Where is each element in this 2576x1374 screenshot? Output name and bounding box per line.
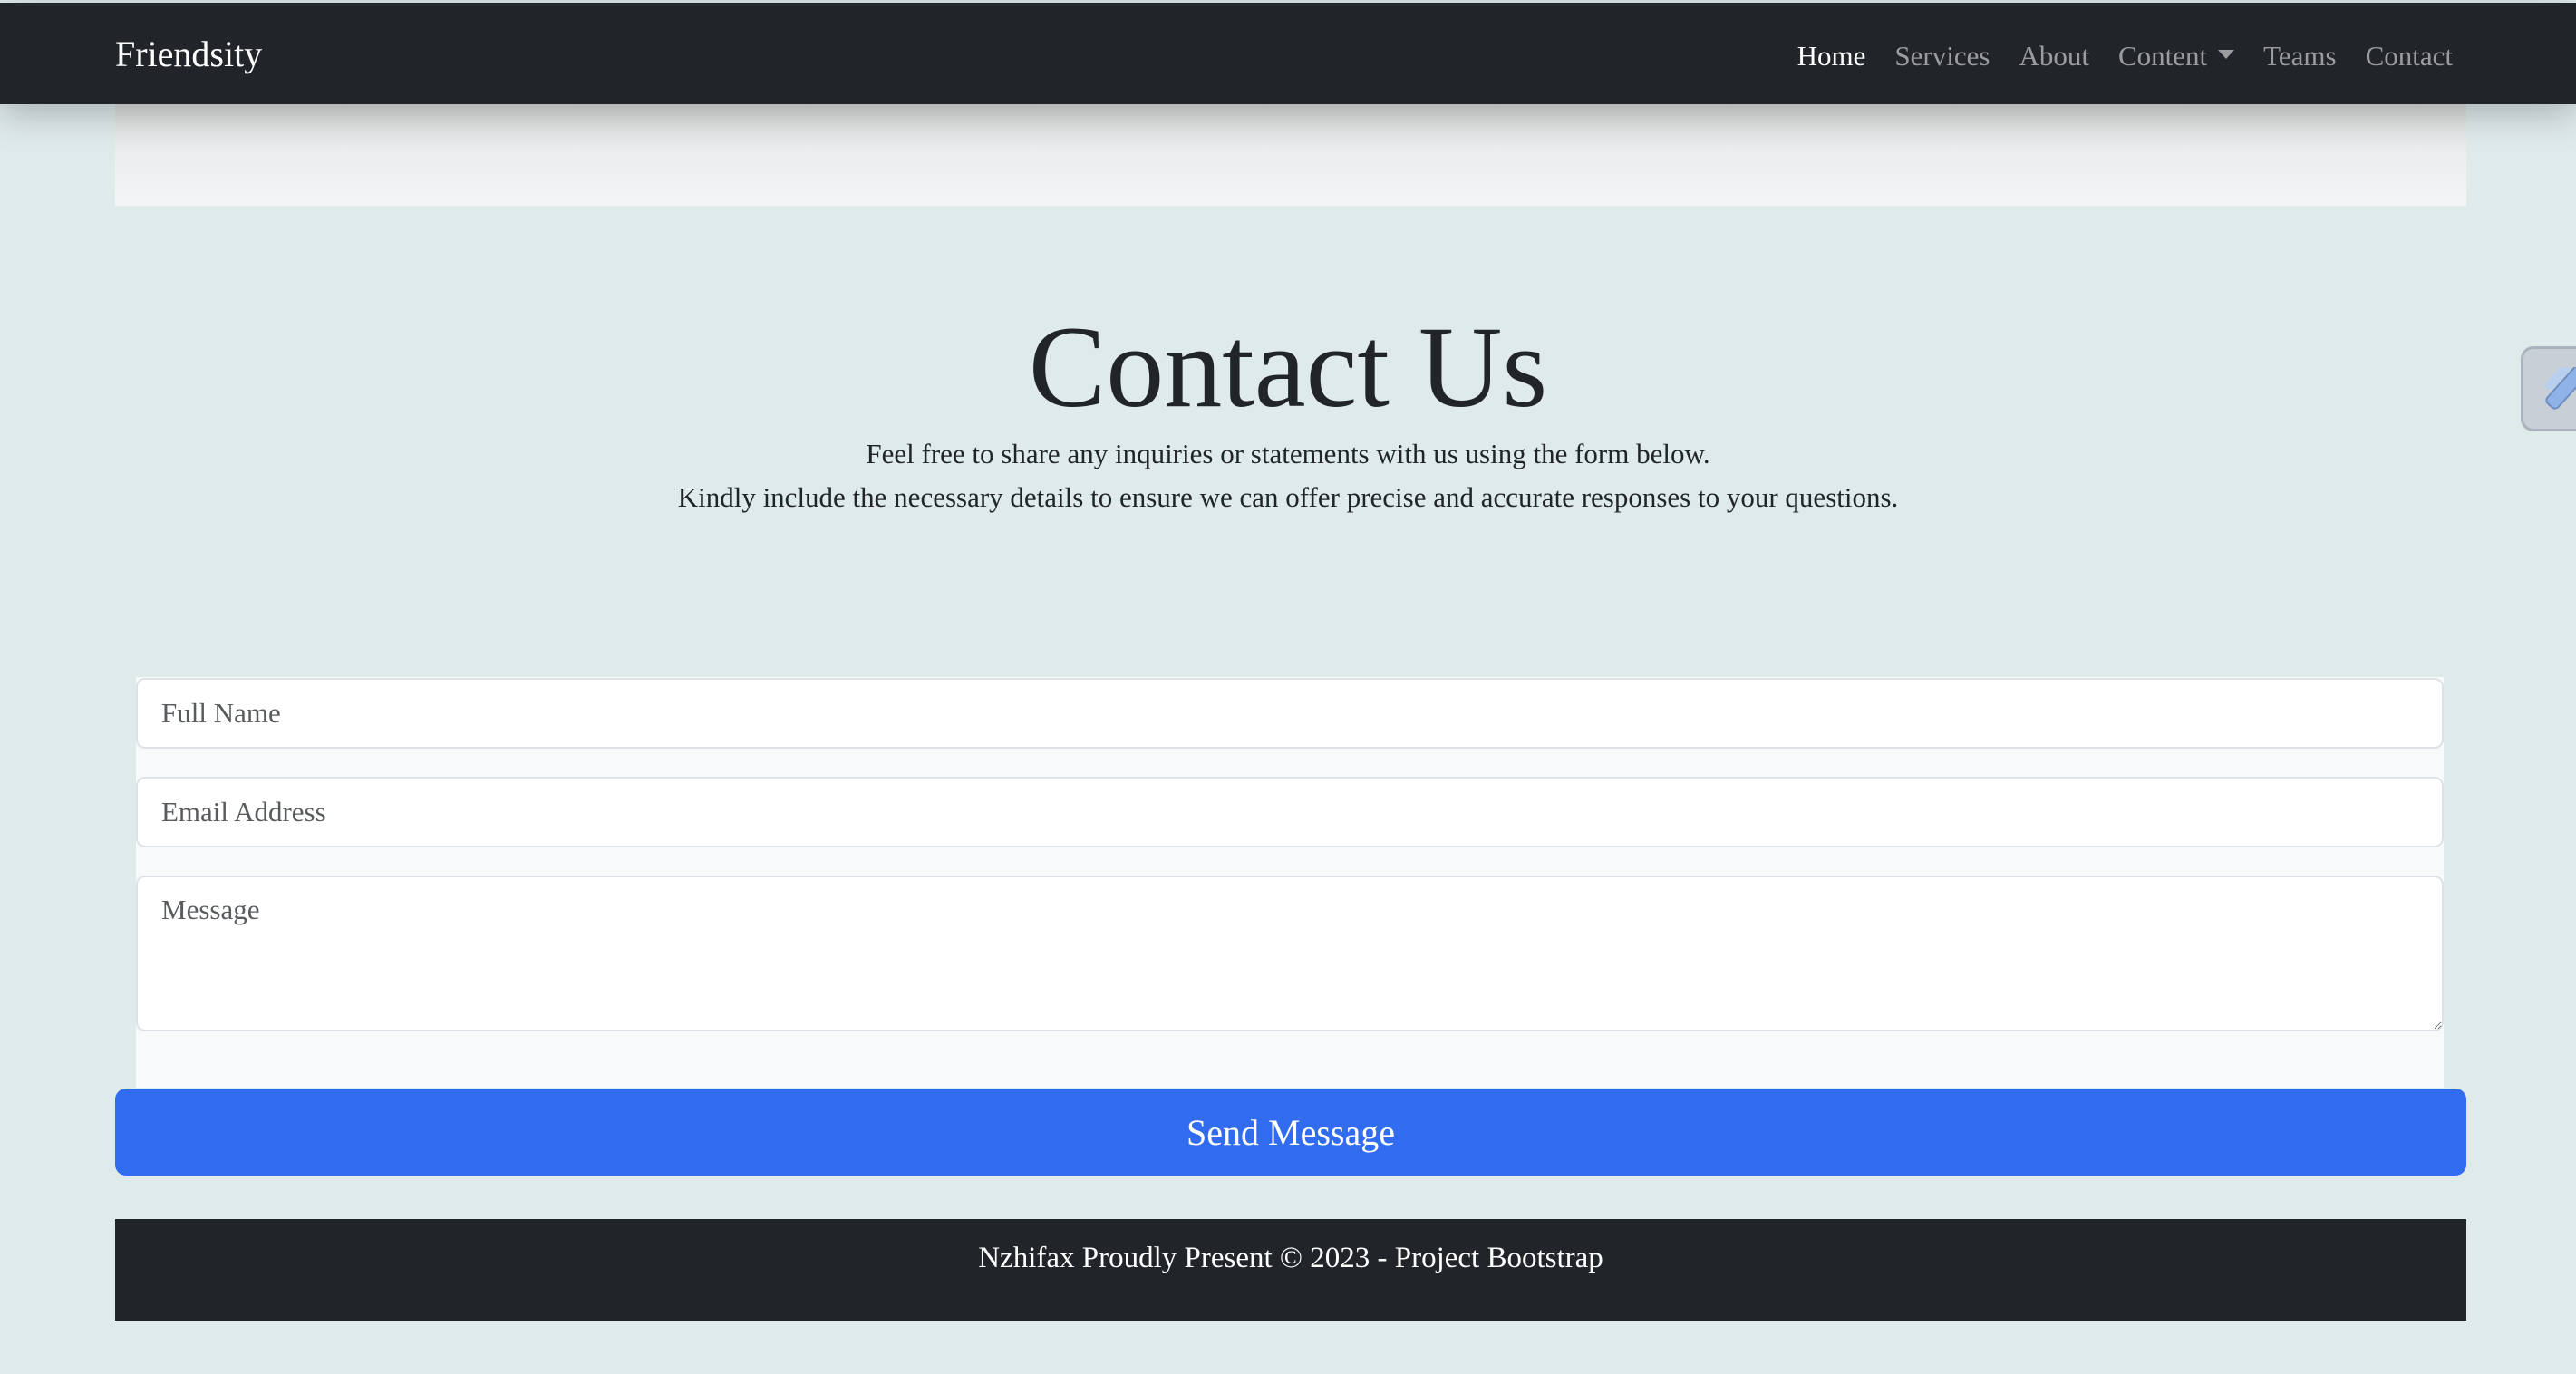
nav-item-label: Content [2117, 40, 2208, 72]
navbar: Friendsity Home Services About Content T… [0, 3, 2576, 104]
nav-item-about[interactable]: About [2019, 34, 2089, 79]
intro-text-line-1: Feel free to share any inquiries or stat… [866, 438, 1710, 469]
nav-item-teams[interactable]: Teams [2263, 34, 2336, 79]
caret-down-icon [2218, 50, 2235, 59]
intro-text-line-2: Kindly include the necessary details to … [677, 481, 1899, 513]
page-title: Contact Us [1028, 303, 1548, 431]
footer: Nzhifax Proudly Present © 2023 - Project… [115, 1219, 2466, 1321]
email-address-input[interactable] [136, 777, 2444, 847]
nav-item-home[interactable]: Home [1797, 34, 1866, 79]
nav-item-label: Contact [2365, 40, 2453, 72]
full-name-input[interactable] [136, 678, 2444, 749]
nav-item-label: Services [1894, 40, 1990, 72]
nav-item-services[interactable]: Services [1894, 34, 1990, 79]
message-textarea[interactable] [136, 876, 2444, 1031]
nav-menu: Home Services About Content Teams Contac… [1797, 34, 2453, 79]
nav-item-label: Teams [2263, 40, 2337, 72]
brand-logo[interactable]: Friendsity [115, 32, 262, 77]
header-banner-panel [115, 104, 2466, 206]
nav-item-label: Home [1796, 40, 1866, 72]
footer-copyright-text: Nzhifax Proudly Present © 2023 - Project… [978, 1242, 1603, 1274]
nav-item-content-dropdown[interactable]: Content [2117, 34, 2235, 79]
nav-item-contact[interactable]: Contact [2366, 34, 2453, 79]
send-message-button[interactable]: Send Message [115, 1089, 2466, 1176]
nav-item-label: About [2019, 40, 2089, 72]
